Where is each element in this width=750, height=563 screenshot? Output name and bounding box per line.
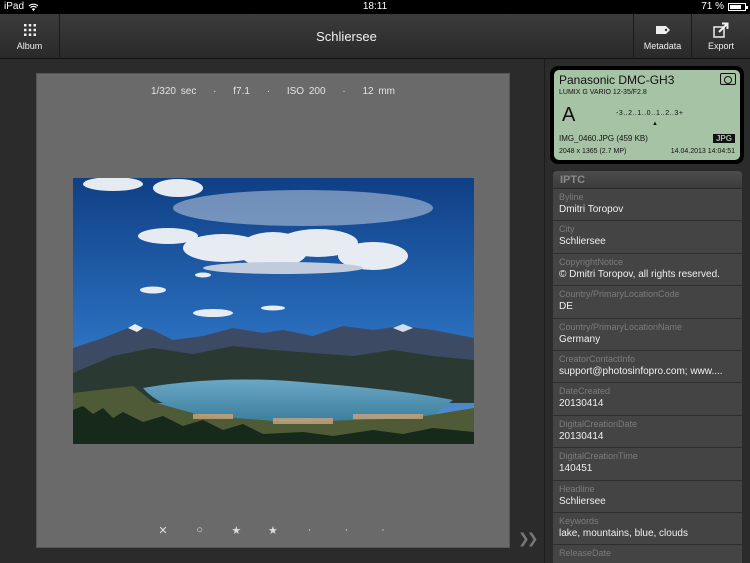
iptc-value: Dmitri Toropov [559,204,624,215]
capture-date: 14.04.2013 14:04:51 [670,148,735,155]
iptc-row[interactable]: DigitalCreationTime 140451 [553,448,742,481]
image-resolution: 2048 x 1365 (2.7 MP) [559,148,627,155]
reject-button[interactable]: ✕ [153,524,173,537]
landscape-photo[interactable] [73,178,474,444]
iptc-value: Germany [559,333,601,345]
expand-chevron-icon[interactable]: ❯❯ [518,530,539,547]
iptc-value: support@photosinfopro.com; www.... [559,365,723,377]
exposure-mode: A [562,104,576,126]
aperture: f7.1 [233,86,250,97]
iptc-panel[interactable]: IPTC Byline Dmitri Toropov City Schliersee C… [553,171,742,563]
metadata-button[interactable]: Metadata [633,14,691,59]
tag-icon [655,22,671,38]
export-label: Export [707,41,734,51]
grid-icon [23,22,36,38]
iptc-value: 140451 [559,463,593,475]
shutter-speed: 1/320 sec [150,86,197,97]
camera-lcd-panel: Panasonic DMC-GH3 LUMIX G VARIO 12-35/F2… [550,66,744,164]
file-format-badge: JPG [712,134,735,143]
iptc-row[interactable]: Keywords lake, mountains, blue, clouds [553,512,742,546]
iso: ISO 200 [286,86,326,97]
clock: 18:11 [362,1,388,12]
iptc-row[interactable]: Byline Dmitri Toropov [553,189,742,222]
iptc-key: Keywords [559,515,599,526]
file-name: IMG_0460.JPG (459 KB) [559,134,648,143]
status-bar: iPad 18:11 71 % [0,0,750,14]
iptc-row[interactable]: CreatorContactInfo support@photosinfopro.… [553,350,742,384]
exif-summary: 1/320 sec · f7.1 · ISO 200 · 12 mm [150,86,396,97]
photo-image [73,178,474,444]
iptc-row[interactable]: Headline Schliersee [553,480,742,513]
star-5[interactable]: · [373,524,393,537]
iptc-row[interactable]: Country/PrimaryLocationName Germany [553,318,742,351]
iptc-key: DigitalCreationTime [559,451,638,462]
iptc-row[interactable]: Country/PrimaryLocationCode DE [553,286,742,319]
iptc-value: © Dmitri Toropov, all rights reserved. [559,268,720,280]
iptc-value: Schliersee [559,236,606,248]
iptc-key: ReleaseDate [559,548,612,559]
iptc-key: Headline [559,483,595,494]
export-icon [713,22,729,38]
iptc-key: CopyrightNotice [559,256,624,267]
camera-icon [720,73,736,85]
star-2[interactable]: ★ [263,524,283,537]
album-button[interactable]: Album [0,14,60,59]
rating-bar: ✕ ○ ★ ★ · · · [153,524,393,537]
iptc-key: CreatorContactInfo [559,353,636,364]
iptc-row[interactable]: CopyrightNotice © Dmitri Toropov, all rig… [553,253,742,287]
metadata-label: Metadata [643,41,682,51]
export-button[interactable]: Export [691,14,750,59]
photo-viewer[interactable]: 1/320 sec · f7.1 · ISO 200 · 12 mm ✕ ○ ★… [36,73,510,548]
iptc-row[interactable]: DigitalCreationDate 20130414 [553,415,742,449]
iptc-value: DE [559,301,573,313]
star-4[interactable]: · [336,524,356,537]
star-1[interactable]: ★ [226,524,246,537]
clear-rating-button[interactable]: ○ [190,524,210,537]
page-title: Schliersee [316,29,377,44]
iptc-list: Byline Dmitri Toropov City Schliersee Copyri… [553,189,742,563]
iptc-value: Schliersee [559,495,606,507]
iptc-value: 20130414 [559,430,604,442]
battery-percent: 71 % [701,1,724,12]
star-3[interactable]: · [300,524,320,537]
camera-model: Panasonic DMC-GH3 [559,73,675,87]
iptc-row[interactable]: City Schliersee [553,221,742,254]
nav-bar: Album Schliersee Metadata Export [0,14,750,59]
iptc-header: IPTC [553,171,742,189]
iptc-key: DigitalCreationDate [559,418,638,429]
exposure-scale: -3..2..1..0..1..2..3+ [616,110,684,117]
iptc-key: City [559,224,575,235]
lens-model: LUMIX G VARIO 12-35/F2.8 [559,89,647,96]
iptc-key: DateCreated [559,386,611,397]
exposure-marker-icon: ▲ [652,121,658,127]
iptc-key: Country/PrimaryLocationName [559,321,683,332]
iptc-key: Country/PrimaryLocationCode [559,289,680,300]
iptc-row[interactable]: DateCreated 20130414 [553,383,742,416]
iptc-value: 20130414 [559,398,604,410]
panel-divider [544,59,545,563]
app-root: iPad 18:11 71 % Album Schliersee Metadat… [0,0,750,563]
focal-length: 12 mm [362,86,396,97]
album-label: Album [16,41,43,51]
iptc-key: Byline [559,192,584,202]
battery-icon [728,2,748,11]
iptc-value: lake, mountains, blue, clouds [559,527,688,539]
iptc-row[interactable]: ReleaseDate [553,545,742,563]
